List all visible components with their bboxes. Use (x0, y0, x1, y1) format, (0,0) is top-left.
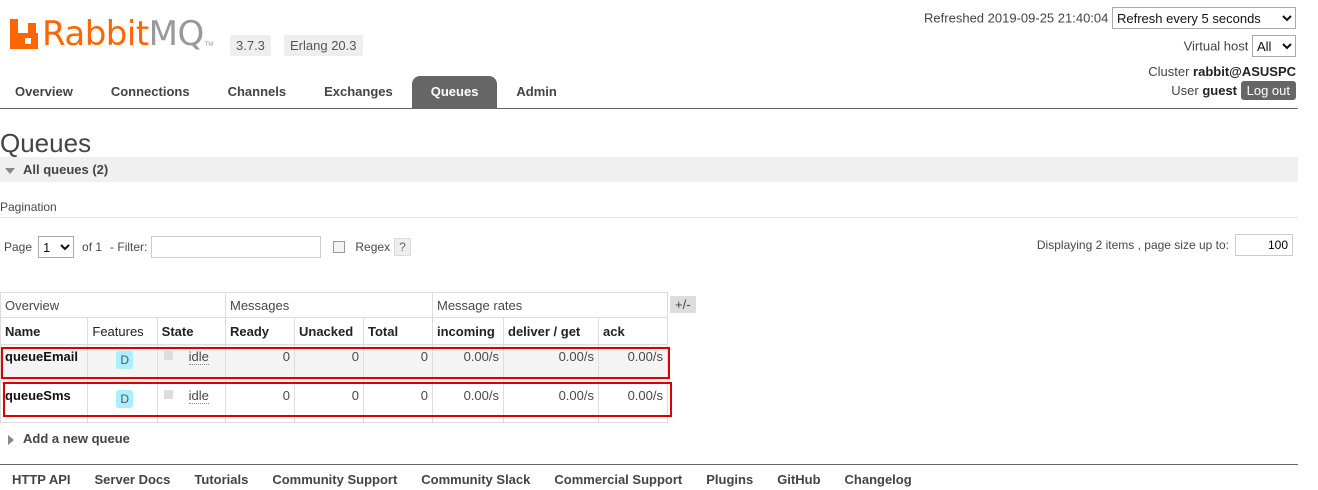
footer-link-server-docs[interactable]: Server Docs (95, 472, 171, 487)
erlang-badge: Erlang 20.3 (284, 35, 363, 56)
incoming-rate: 0.00/s (432, 344, 504, 384)
group-message-rates: Message rates (432, 292, 668, 318)
state-text: idle (188, 388, 209, 404)
tab-channels[interactable]: Channels (209, 76, 306, 108)
col-deliver-get[interactable]: deliver / get (503, 317, 599, 345)
table-row[interactable]: queueEmail D idle 0 0 0 0.00/s 0.00/s 0.… (0, 344, 668, 384)
filter-label: - Filter: (110, 240, 148, 254)
virtual-host-select[interactable]: All (1252, 35, 1296, 57)
col-features: Features (87, 317, 158, 345)
pagination-label[interactable]: Pagination (0, 200, 57, 214)
pager: Page 1 of 1 - Filter: Regex ? (4, 236, 411, 258)
state-text: idle (188, 349, 209, 365)
collapse-arrow-icon (5, 167, 15, 174)
footer-link-plugins[interactable]: Plugins (706, 472, 753, 487)
tab-connections[interactable]: Connections (92, 76, 209, 108)
main-nav: Overview Connections Channels Exchanges … (0, 76, 576, 108)
cluster-row: Cluster rabbit@ASUSPC (1148, 64, 1296, 79)
refreshed-time: 2019-09-25 21:40:04 (987, 10, 1109, 26)
regex-label: Regex (355, 240, 391, 254)
footer-link-changelog[interactable]: Changelog (845, 472, 912, 487)
queues-table: Overview Messages Message rates Name Fea… (0, 292, 668, 423)
footer-link-tutorials[interactable]: Tutorials (194, 472, 248, 487)
refreshed-label: Refreshed (924, 10, 985, 26)
ready-value: 0 (225, 383, 295, 423)
page-of-label: of 1 (82, 240, 103, 254)
tab-overview[interactable]: Overview (0, 76, 92, 108)
tab-admin[interactable]: Admin (497, 76, 575, 108)
footer-link-community-support[interactable]: Community Support (272, 472, 397, 487)
refresh-row: Refreshed 2019-09-25 21:40:04 Refresh ev… (924, 7, 1296, 29)
state-idle-icon (163, 390, 173, 399)
rabbitmq-logo: RabbitMQ TM (10, 14, 213, 54)
col-unacked[interactable]: Unacked (294, 317, 364, 345)
unacked-value: 0 (294, 344, 364, 384)
all-queues-section-header[interactable]: All queues (2) (0, 157, 1298, 182)
total-value: 0 (363, 344, 433, 384)
user-name: guest (1202, 83, 1237, 98)
col-total[interactable]: Total (363, 317, 433, 345)
version-badge: 3.7.3 (230, 35, 271, 56)
filter-input[interactable] (151, 236, 322, 258)
footer-link-community-slack[interactable]: Community Slack (421, 472, 530, 487)
feature-durable-badge: D (116, 351, 134, 369)
ack-rate: 0.00/s (598, 383, 668, 423)
deliver-get-rate: 0.00/s (503, 344, 599, 384)
page-label: Page (4, 240, 33, 254)
footer-link-github[interactable]: GitHub (777, 472, 820, 487)
group-messages: Messages (225, 292, 433, 318)
col-incoming[interactable]: incoming (432, 317, 504, 345)
queue-name-link[interactable]: queueSms (5, 388, 71, 403)
page-select[interactable]: 1 (38, 236, 75, 258)
virtual-host-row: Virtual host All (1184, 35, 1296, 57)
feature-durable-badge: D (116, 390, 134, 408)
footer-links: HTTP API Server Docs Tutorials Community… (12, 472, 936, 487)
displaying-info: Displaying 2 items , page size up to: (1037, 234, 1293, 256)
footer-link-http-api[interactable]: HTTP API (12, 472, 71, 487)
columns-toggle-button[interactable]: +/- (670, 296, 696, 313)
user-label: User (1171, 83, 1199, 98)
add-queue-label: Add a new queue (23, 431, 130, 446)
incoming-rate: 0.00/s (432, 383, 504, 423)
logout-button[interactable]: Log out (1240, 81, 1296, 100)
state-idle-icon (163, 351, 173, 360)
group-overview: Overview (0, 292, 226, 318)
nav-divider (0, 108, 1298, 109)
ready-value: 0 (225, 344, 295, 384)
footer-divider (0, 464, 1298, 465)
col-state[interactable]: State (156, 317, 227, 345)
col-ack[interactable]: ack (598, 317, 668, 345)
refresh-interval-select[interactable]: Refresh every 5 seconds (1112, 7, 1296, 29)
tab-exchanges[interactable]: Exchanges (305, 76, 412, 108)
footer-link-commercial-support[interactable]: Commercial Support (554, 472, 682, 487)
deliver-get-rate: 0.00/s (503, 383, 599, 423)
user-row: User guest Log out (1171, 81, 1296, 100)
cluster-label: Cluster (1148, 64, 1190, 79)
total-value: 0 (363, 383, 433, 423)
col-name[interactable]: Name (0, 317, 89, 345)
cluster-name: rabbit@ASUSPC (1193, 64, 1296, 79)
rabbitmq-logo-icon (10, 19, 38, 49)
expand-arrow-icon (8, 434, 14, 445)
ack-rate: 0.00/s (598, 344, 668, 384)
section-title: All queues (2) (23, 162, 109, 177)
logo-tm: TM (204, 42, 214, 48)
virtual-host-label: Virtual host (1183, 38, 1249, 54)
logo-text: RabbitMQ (42, 14, 204, 54)
add-queue-section-header[interactable]: Add a new queue (0, 431, 130, 446)
tab-queues[interactable]: Queues (411, 76, 498, 108)
col-ready[interactable]: Ready (225, 317, 295, 345)
displaying-label: Displaying 2 items , page size up to: (1036, 238, 1229, 252)
pagination-divider (0, 217, 1298, 218)
regex-help-icon[interactable]: ? (394, 238, 411, 256)
page-size-input[interactable] (1235, 234, 1293, 256)
unacked-value: 0 (294, 383, 364, 423)
page-title: Queues (0, 128, 92, 158)
table-row[interactable]: queueSms D idle 0 0 0 0.00/s 0.00/s 0.00… (0, 383, 668, 423)
queue-name-link[interactable]: queueEmail (5, 349, 78, 364)
regex-checkbox[interactable] (333, 241, 346, 253)
